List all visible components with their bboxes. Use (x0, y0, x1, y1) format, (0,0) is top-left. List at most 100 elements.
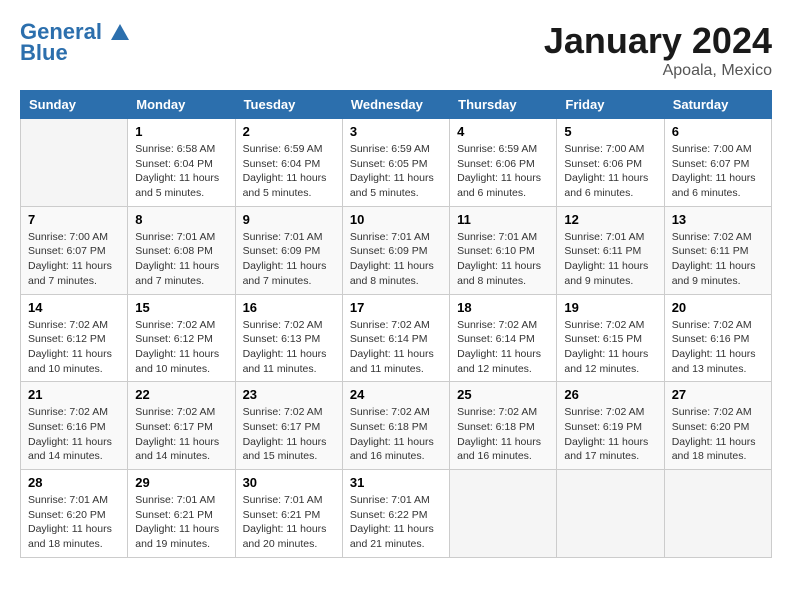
day-number: 7 (28, 212, 120, 227)
calendar-cell: 14 Sunrise: 7:02 AMSunset: 6:12 PMDayligh… (21, 294, 128, 382)
day-info: Sunrise: 7:02 AMSunset: 6:15 PMDaylight:… (564, 318, 656, 377)
day-number: 27 (672, 387, 764, 402)
day-number: 3 (350, 124, 442, 139)
calendar-cell: 20 Sunrise: 7:02 AMSunset: 6:16 PMDayligh… (664, 294, 771, 382)
calendar-cell: 15 Sunrise: 7:02 AMSunset: 6:12 PMDayligh… (128, 294, 235, 382)
calendar-table: SundayMondayTuesdayWednesdayThursdayFrid… (20, 90, 772, 558)
day-number: 4 (457, 124, 549, 139)
day-number: 10 (350, 212, 442, 227)
calendar-cell: 2Sunrise: 6:59 AMSunset: 6:04 PMDaylight… (235, 119, 342, 207)
day-info: Sunrise: 7:01 AMSunset: 6:21 PMDaylight:… (135, 493, 227, 552)
calendar-cell: 7 Sunrise: 7:00 AMSunset: 6:07 PMDaylight… (21, 206, 128, 294)
calendar-cell: 16 Sunrise: 7:02 AMSunset: 6:13 PMDayligh… (235, 294, 342, 382)
col-header-thursday: Thursday (450, 91, 557, 119)
calendar-cell: 19 Sunrise: 7:02 AMSunset: 6:15 PMDayligh… (557, 294, 664, 382)
calendar-cell: 11 Sunrise: 7:01 AMSunset: 6:10 PMDayligh… (450, 206, 557, 294)
day-number: 14 (28, 300, 120, 315)
day-info: Sunrise: 7:01 AMSunset: 6:08 PMDaylight:… (135, 230, 227, 289)
day-info: Sunrise: 7:01 AMSunset: 6:22 PMDaylight:… (350, 493, 442, 552)
day-number: 1 (135, 124, 227, 139)
calendar-cell: 28 Sunrise: 7:01 AMSunset: 6:20 PMDayligh… (21, 470, 128, 558)
day-info: Sunrise: 7:02 AMSunset: 6:17 PMDaylight:… (243, 405, 335, 464)
day-number: 8 (135, 212, 227, 227)
day-number: 13 (672, 212, 764, 227)
col-header-tuesday: Tuesday (235, 91, 342, 119)
day-info: Sunrise: 7:01 AMSunset: 6:11 PMDaylight:… (564, 230, 656, 289)
calendar-cell: 25 Sunrise: 7:02 AMSunset: 6:18 PMDayligh… (450, 382, 557, 470)
week-row-2: 7 Sunrise: 7:00 AMSunset: 6:07 PMDaylight… (21, 206, 772, 294)
day-number: 15 (135, 300, 227, 315)
day-info: Sunrise: 7:02 AMSunset: 6:18 PMDaylight:… (350, 405, 442, 464)
calendar-cell: 10 Sunrise: 7:01 AMSunset: 6:09 PMDayligh… (342, 206, 449, 294)
day-number: 18 (457, 300, 549, 315)
day-number: 31 (350, 475, 442, 490)
day-number: 29 (135, 475, 227, 490)
day-info: Sunrise: 7:02 AMSunset: 6:12 PMDaylight:… (28, 318, 120, 377)
day-info: Sunrise: 7:02 AMSunset: 6:20 PMDaylight:… (672, 405, 764, 464)
day-info: Sunrise: 7:02 AMSunset: 6:14 PMDaylight:… (350, 318, 442, 377)
day-info: Sunrise: 7:01 AMSunset: 6:20 PMDaylight:… (28, 493, 120, 552)
day-info: Sunrise: 7:02 AMSunset: 6:16 PMDaylight:… (672, 318, 764, 377)
day-info: Sunrise: 7:01 AMSunset: 6:21 PMDaylight:… (243, 493, 335, 552)
calendar-cell: 4 Sunrise: 6:59 AMSunset: 6:06 PMDaylight… (450, 119, 557, 207)
calendar-cell: 23 Sunrise: 7:02 AMSunset: 6:17 PMDayligh… (235, 382, 342, 470)
col-header-monday: Monday (128, 91, 235, 119)
day-number: 20 (672, 300, 764, 315)
calendar-cell (21, 119, 128, 207)
calendar-cell: 31 Sunrise: 7:01 AMSunset: 6:22 PMDayligh… (342, 470, 449, 558)
title-block: January 2024 Apoala, Mexico (544, 20, 772, 80)
day-number: 16 (243, 300, 335, 315)
calendar-cell: 9 Sunrise: 7:01 AMSunset: 6:09 PMDaylight… (235, 206, 342, 294)
week-row-4: 21Sunrise: 7:02 AMSunset: 6:16 PMDayligh… (21, 382, 772, 470)
calendar-cell: 21Sunrise: 7:02 AMSunset: 6:16 PMDayligh… (21, 382, 128, 470)
calendar-cell: 22 Sunrise: 7:02 AMSunset: 6:17 PMDayligh… (128, 382, 235, 470)
day-number: 22 (135, 387, 227, 402)
calendar-cell: 17 Sunrise: 7:02 AMSunset: 6:14 PMDayligh… (342, 294, 449, 382)
day-number: 19 (564, 300, 656, 315)
calendar-cell: 1 Sunrise: 6:58 AMSunset: 6:04 PMDaylight… (128, 119, 235, 207)
day-number: 11 (457, 212, 549, 227)
day-info: Sunrise: 7:00 AMSunset: 6:06 PMDaylight:… (564, 142, 656, 201)
day-info: Sunrise: 7:01 AMSunset: 6:09 PMDaylight:… (243, 230, 335, 289)
calendar-cell: 24 Sunrise: 7:02 AMSunset: 6:18 PMDayligh… (342, 382, 449, 470)
calendar-cell: 8 Sunrise: 7:01 AMSunset: 6:08 PMDaylight… (128, 206, 235, 294)
day-number: 30 (243, 475, 335, 490)
day-number: 25 (457, 387, 549, 402)
calendar-cell: 3 Sunrise: 6:59 AMSunset: 6:05 PMDaylight… (342, 119, 449, 207)
day-info: Sunrise: 7:02 AMSunset: 6:12 PMDaylight:… (135, 318, 227, 377)
day-number: 12 (564, 212, 656, 227)
day-info: Sunrise: 6:59 AMSunset: 6:04 PMDaylight:… (243, 142, 335, 201)
day-info: Sunrise: 7:00 AMSunset: 6:07 PMDaylight:… (672, 142, 764, 201)
day-info: Sunrise: 7:02 AMSunset: 6:18 PMDaylight:… (457, 405, 549, 464)
calendar-cell: 12 Sunrise: 7:01 AMSunset: 6:11 PMDayligh… (557, 206, 664, 294)
calendar-cell: 18Sunrise: 7:02 AMSunset: 6:14 PMDayligh… (450, 294, 557, 382)
day-number: 17 (350, 300, 442, 315)
col-header-sunday: Sunday (21, 91, 128, 119)
logo-icon (109, 22, 131, 44)
calendar-cell: 5 Sunrise: 7:00 AMSunset: 6:06 PMDaylight… (557, 119, 664, 207)
col-header-friday: Friday (557, 91, 664, 119)
day-info: Sunrise: 7:02 AMSunset: 6:16 PMDaylight:… (28, 405, 120, 464)
week-row-3: 14 Sunrise: 7:02 AMSunset: 6:12 PMDayligh… (21, 294, 772, 382)
day-info: Sunrise: 6:58 AMSunset: 6:04 PMDaylight:… (135, 142, 227, 201)
page-header: General Blue January 2024 Apoala, Mexico (20, 20, 772, 80)
col-header-saturday: Saturday (664, 91, 771, 119)
calendar-cell: 27 Sunrise: 7:02 AMSunset: 6:20 PMDayligh… (664, 382, 771, 470)
day-number: 9 (243, 212, 335, 227)
main-title: January 2024 (544, 20, 772, 62)
day-number: 24 (350, 387, 442, 402)
calendar-cell: 29 Sunrise: 7:01 AMSunset: 6:21 PMDayligh… (128, 470, 235, 558)
day-number: 5 (564, 124, 656, 139)
day-number: 26 (564, 387, 656, 402)
day-info: Sunrise: 7:02 AMSunset: 6:13 PMDaylight:… (243, 318, 335, 377)
day-info: Sunrise: 7:01 AMSunset: 6:10 PMDaylight:… (457, 230, 549, 289)
day-info: Sunrise: 7:01 AMSunset: 6:09 PMDaylight:… (350, 230, 442, 289)
day-info: Sunrise: 7:02 AMSunset: 6:17 PMDaylight:… (135, 405, 227, 464)
day-info: Sunrise: 6:59 AMSunset: 6:05 PMDaylight:… (350, 142, 442, 201)
header-row: SundayMondayTuesdayWednesdayThursdayFrid… (21, 91, 772, 119)
day-info: Sunrise: 7:00 AMSunset: 6:07 PMDaylight:… (28, 230, 120, 289)
day-number: 28 (28, 475, 120, 490)
day-number: 23 (243, 387, 335, 402)
day-info: Sunrise: 6:59 AMSunset: 6:06 PMDaylight:… (457, 142, 549, 201)
subtitle: Apoala, Mexico (544, 62, 772, 80)
